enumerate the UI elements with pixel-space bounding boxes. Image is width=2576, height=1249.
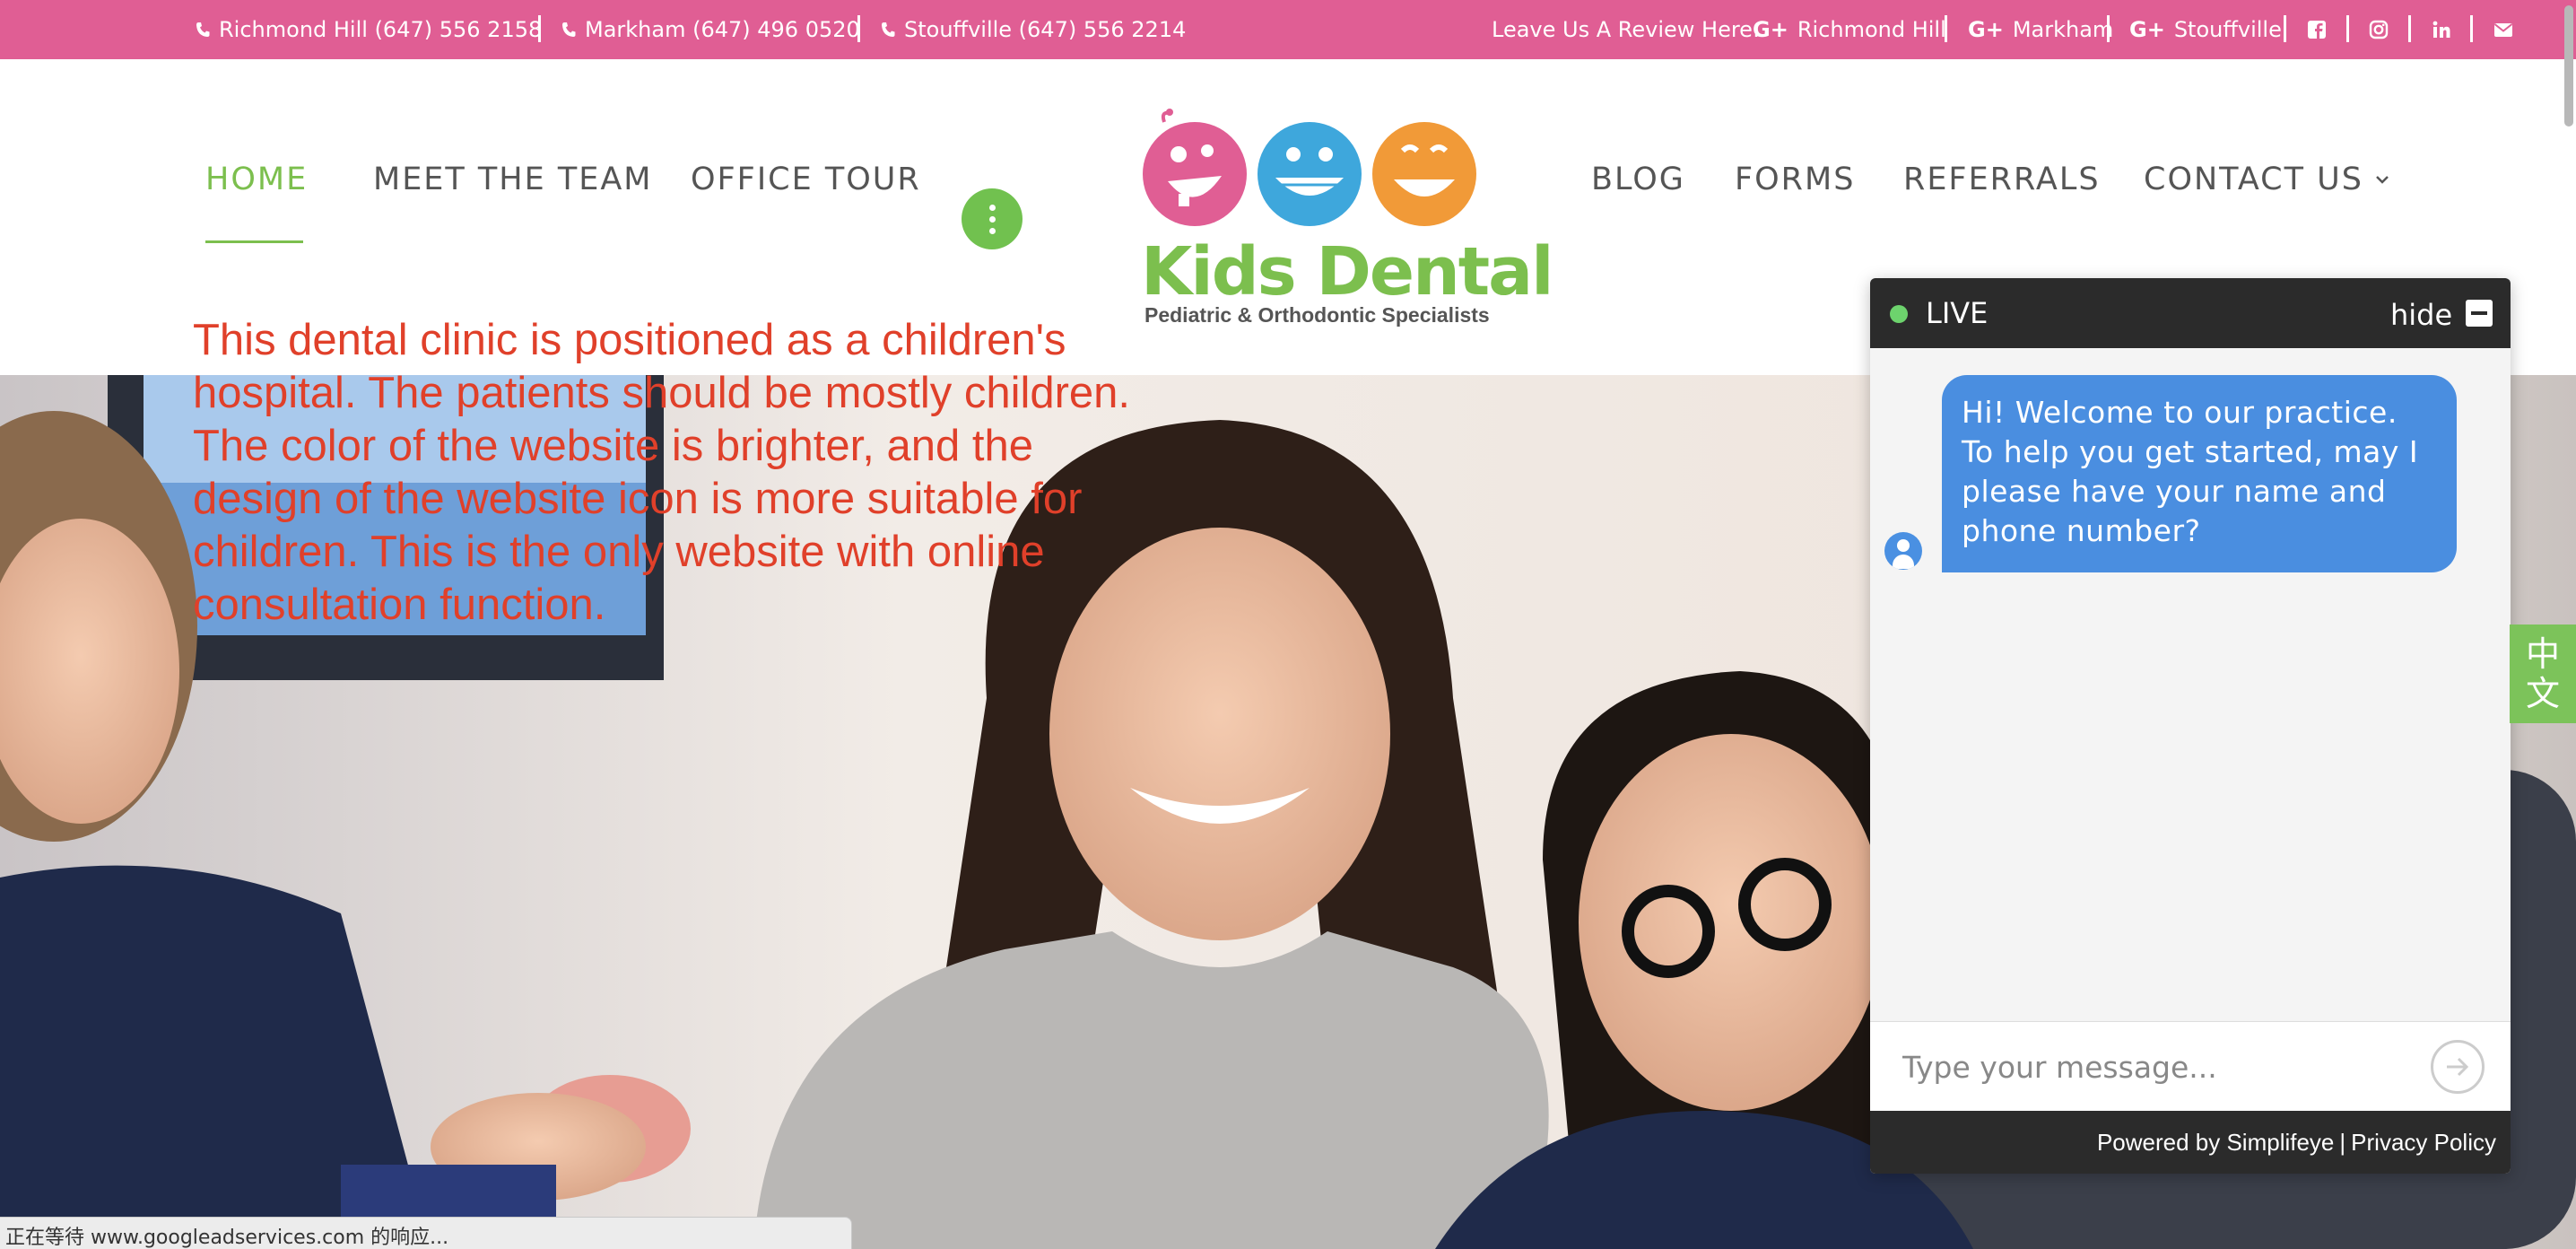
- review-link-label: Stouffville: [2173, 17, 2282, 42]
- divider: [2284, 15, 2286, 42]
- chat-message-input[interactable]: [1902, 1040, 2423, 1094]
- online-status-icon: [1890, 305, 1908, 323]
- phone-markham[interactable]: Markham (647) 496 0520: [561, 0, 860, 59]
- google-plus-icon: G+: [2129, 17, 2165, 42]
- powered-by-link[interactable]: Powered by Simplifeye: [2097, 1129, 2334, 1157]
- more-menu-button[interactable]: [962, 188, 1023, 249]
- nav-blog[interactable]: BLOG: [1591, 139, 1685, 220]
- divider: [1945, 15, 1947, 42]
- chat-messages: Hi! Welcome to our practice. To help you…: [1870, 348, 2511, 1021]
- scrollbar-thumb[interactable]: [2564, 5, 2573, 127]
- linkedin-link[interactable]: [2432, 0, 2451, 59]
- chat-footer: Powered by Simplifeye | Privacy Policy: [1870, 1111, 2511, 1174]
- email-link[interactable]: [2493, 0, 2513, 59]
- instagram-icon: [2369, 20, 2389, 39]
- chat-hide-label[interactable]: hide: [2390, 298, 2452, 332]
- review-link-label: Markham: [2012, 17, 2114, 42]
- lang-tab-char-1: 中: [2525, 634, 2560, 674]
- review-link-markham[interactable]: G+ Markham: [1968, 0, 2113, 59]
- divider: [538, 15, 541, 42]
- nav-active-underline: [205, 240, 303, 243]
- more-dots-icon: [988, 227, 996, 234]
- arrow-right-icon: [2447, 1057, 2469, 1077]
- send-message-button[interactable]: [2431, 1040, 2485, 1094]
- google-plus-icon: G+: [1753, 17, 1788, 42]
- phone-stouffville[interactable]: Stouffville (647) 556 2214: [881, 0, 1186, 59]
- phone-richmond-hill[interactable]: Richmond Hill (647) 556 2158: [196, 0, 542, 59]
- more-dots-icon: [988, 204, 996, 211]
- page-scrollbar[interactable]: [2562, 0, 2576, 1249]
- facebook-icon: [2308, 21, 2326, 39]
- nav-referrals[interactable]: REFERRALS: [1903, 139, 2101, 220]
- divider: [2346, 15, 2349, 42]
- kids-dental-logo[interactable]: Kids Dental Pediatric & Orthodontic Spec…: [1139, 108, 1553, 332]
- review-link-stouffville[interactable]: G+ Stouffville: [2129, 0, 2282, 59]
- phone-icon: [881, 22, 895, 38]
- facebook-link[interactable]: [2307, 0, 2327, 59]
- chat-status-label: LIVE: [1926, 296, 1989, 330]
- phone-icon: [196, 22, 210, 38]
- divider: [2470, 15, 2473, 42]
- top-contact-bar: Richmond Hill (647) 556 2158 Markham (64…: [0, 0, 2576, 59]
- footer-separator: |: [2339, 1128, 2346, 1156]
- minimize-chat-button[interactable]: [2466, 300, 2493, 327]
- linkedin-icon: [2432, 21, 2450, 38]
- privacy-policy-link[interactable]: Privacy Policy: [2351, 1129, 2496, 1157]
- chat-header: LIVE hide: [1870, 278, 2511, 348]
- smiling-faces-logo-icon: [1143, 109, 1476, 226]
- logo-tagline: Pediatric & Orthodontic Specialists: [1144, 303, 1490, 327]
- live-chat-widget: LIVE hide Hi! Welcome to our practice. T…: [1870, 278, 2511, 1174]
- nav-office-tour[interactable]: OFFICE TOUR: [691, 139, 921, 220]
- nav-home[interactable]: HOME: [205, 139, 308, 220]
- phone-label: Markham (647) 496 0520: [585, 17, 860, 42]
- nav-meet-the-team[interactable]: MEET THE TEAM: [373, 139, 653, 220]
- review-label: Leave Us A Review Here:: [1492, 17, 1761, 42]
- chevron-down-icon: [2376, 176, 2389, 184]
- divider: [2408, 15, 2411, 42]
- phone-label: Stouffville (647) 556 2214: [904, 17, 1187, 42]
- divider: [2107, 15, 2110, 42]
- chat-message-bubble: Hi! Welcome to our practice. To help you…: [1942, 375, 2457, 572]
- logo-wordmark: Kids Dental: [1141, 233, 1553, 310]
- agent-avatar-icon: [1884, 532, 1922, 570]
- browser-status-bar: 正在等待 www.googleadservices.com 的响应...: [0, 1217, 852, 1249]
- phone-label: Richmond Hill (647) 556 2158: [219, 17, 543, 42]
- phone-icon: [561, 22, 576, 38]
- chat-input-area: [1870, 1021, 2511, 1111]
- lang-tab-char-2: 文: [2525, 674, 2560, 713]
- annotation-note: This dental clinic is positioned as a ch…: [193, 316, 1131, 629]
- email-icon: [2493, 23, 2513, 37]
- more-dots-icon: [988, 215, 996, 223]
- nav-forms[interactable]: FORMS: [1735, 139, 1855, 220]
- google-plus-icon: G+: [1968, 17, 2004, 42]
- nav-contact-us-label: CONTACT US: [2144, 162, 2363, 197]
- review-link-label: Richmond Hill: [1797, 17, 1946, 42]
- instagram-link[interactable]: [2369, 0, 2389, 59]
- review-link-richmond-hill[interactable]: G+ Richmond Hill: [1753, 0, 1946, 59]
- nav-contact-us[interactable]: CONTACT US: [2144, 139, 2390, 220]
- divider: [857, 15, 860, 42]
